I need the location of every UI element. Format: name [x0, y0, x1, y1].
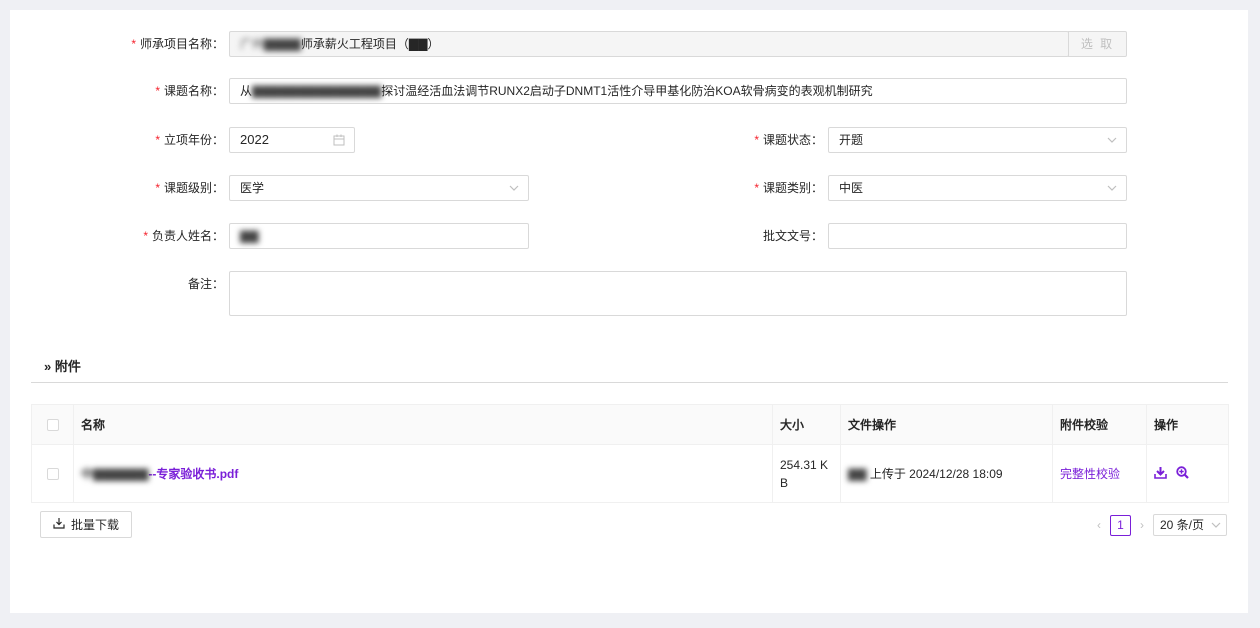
category-select[interactable]: 中医: [828, 175, 1127, 201]
table-header-row: 名称 大小 文件操作 附件校验 操作: [31, 404, 1229, 445]
file-name-cell: 中▇▇▇▇▇▇--专家验收书.pdf: [73, 444, 773, 503]
approval-no-label: 批文文号：: [762, 229, 823, 243]
topic-name-label: * 课题名称：: [155, 84, 224, 98]
pick-project-button[interactable]: 选 取: [1068, 31, 1127, 57]
level-select[interactable]: 医学: [229, 175, 529, 201]
file-size-cell: 254.31 KB: [772, 444, 841, 503]
chevron-down-icon: [1107, 176, 1117, 200]
batch-download-button[interactable]: 批量下载: [40, 511, 132, 538]
status-label: * 课题状态：: [754, 133, 823, 147]
row-select-cell: [31, 444, 74, 503]
page-size-select[interactable]: 20 条/页: [1153, 514, 1227, 536]
file-name-link[interactable]: 中▇▇▇▇▇▇--专家验收书.pdf: [81, 467, 238, 481]
verify-cell: 完整性校验: [1052, 444, 1147, 503]
pagination: ‹ 1 ›: [1088, 514, 1153, 536]
row-checkbox[interactable]: [47, 468, 59, 481]
col-ops-header: 操作: [1146, 404, 1229, 445]
project-form-card: * 师承项目名称： 广州▇▇▇▇师承薪火工程项目（▇▇） 选 取 * 课题名称： 从…: [10, 10, 1248, 613]
leader-input[interactable]: ▇▇: [229, 223, 529, 249]
topic-name-input[interactable]: 从▇▇▇▇▇▇▇▇▇▇▇▇▇▇探讨温经活血法调节RUNX2启动子DNMT1活性介…: [229, 78, 1127, 104]
level-label: * 课题级别：: [155, 181, 224, 195]
select-all-checkbox[interactable]: [47, 419, 59, 432]
download-icon: [53, 517, 65, 532]
attachments-section-title: » 附件: [44, 359, 81, 374]
zoom-in-icon[interactable]: [1176, 465, 1190, 482]
col-name-header: 名称: [73, 404, 773, 445]
page-item-current[interactable]: 1: [1110, 514, 1131, 536]
section-divider: [31, 382, 1228, 383]
project-name-input: 广州▇▇▇▇师承薪火工程项目（▇▇）: [229, 31, 1069, 57]
col-verify-header: 附件校验: [1052, 404, 1147, 445]
chevron-down-icon: [509, 176, 519, 200]
chevron-down-icon: [1211, 515, 1221, 535]
approval-no-input[interactable]: [828, 223, 1127, 249]
leader-label: * 负责人姓名：: [143, 229, 224, 243]
prev-page-icon[interactable]: ‹: [1088, 518, 1110, 532]
remarks-textarea[interactable]: [229, 271, 1127, 316]
table-row: 中▇▇▇▇▇▇--专家验收书.pdf 254.31 KB ▇▇ 上传于 2024…: [31, 444, 1229, 503]
chevron-down-icon: [1107, 128, 1117, 152]
project-name-label: * 师承项目名称：: [131, 37, 224, 51]
select-all-cell: [31, 404, 74, 445]
download-icon[interactable]: [1154, 466, 1167, 482]
ops-cell: [1146, 444, 1229, 503]
year-picker[interactable]: 2022: [229, 127, 355, 153]
calendar-icon: [333, 128, 345, 152]
attachments-table: 名称 大小 文件操作 附件校验 操作 中▇▇▇▇▇▇--专家验收书.pdf 25…: [31, 404, 1229, 503]
col-file-ops-header: 文件操作: [840, 404, 1053, 445]
batch-download-label: 批量下载: [70, 518, 119, 532]
category-label: * 课题类别：: [754, 181, 823, 195]
integrity-check-link[interactable]: 完整性校验: [1060, 467, 1120, 481]
file-upload-info: ▇▇ 上传于 2024/12/28 18:09: [840, 444, 1053, 503]
year-label: * 立项年份：: [155, 133, 224, 147]
double-chevron-right-icon: »: [44, 359, 52, 374]
col-size-header: 大小: [772, 404, 841, 445]
remarks-label: 备注：: [187, 277, 224, 291]
status-select[interactable]: 开题: [828, 127, 1127, 153]
next-page-icon[interactable]: ›: [1131, 518, 1153, 532]
